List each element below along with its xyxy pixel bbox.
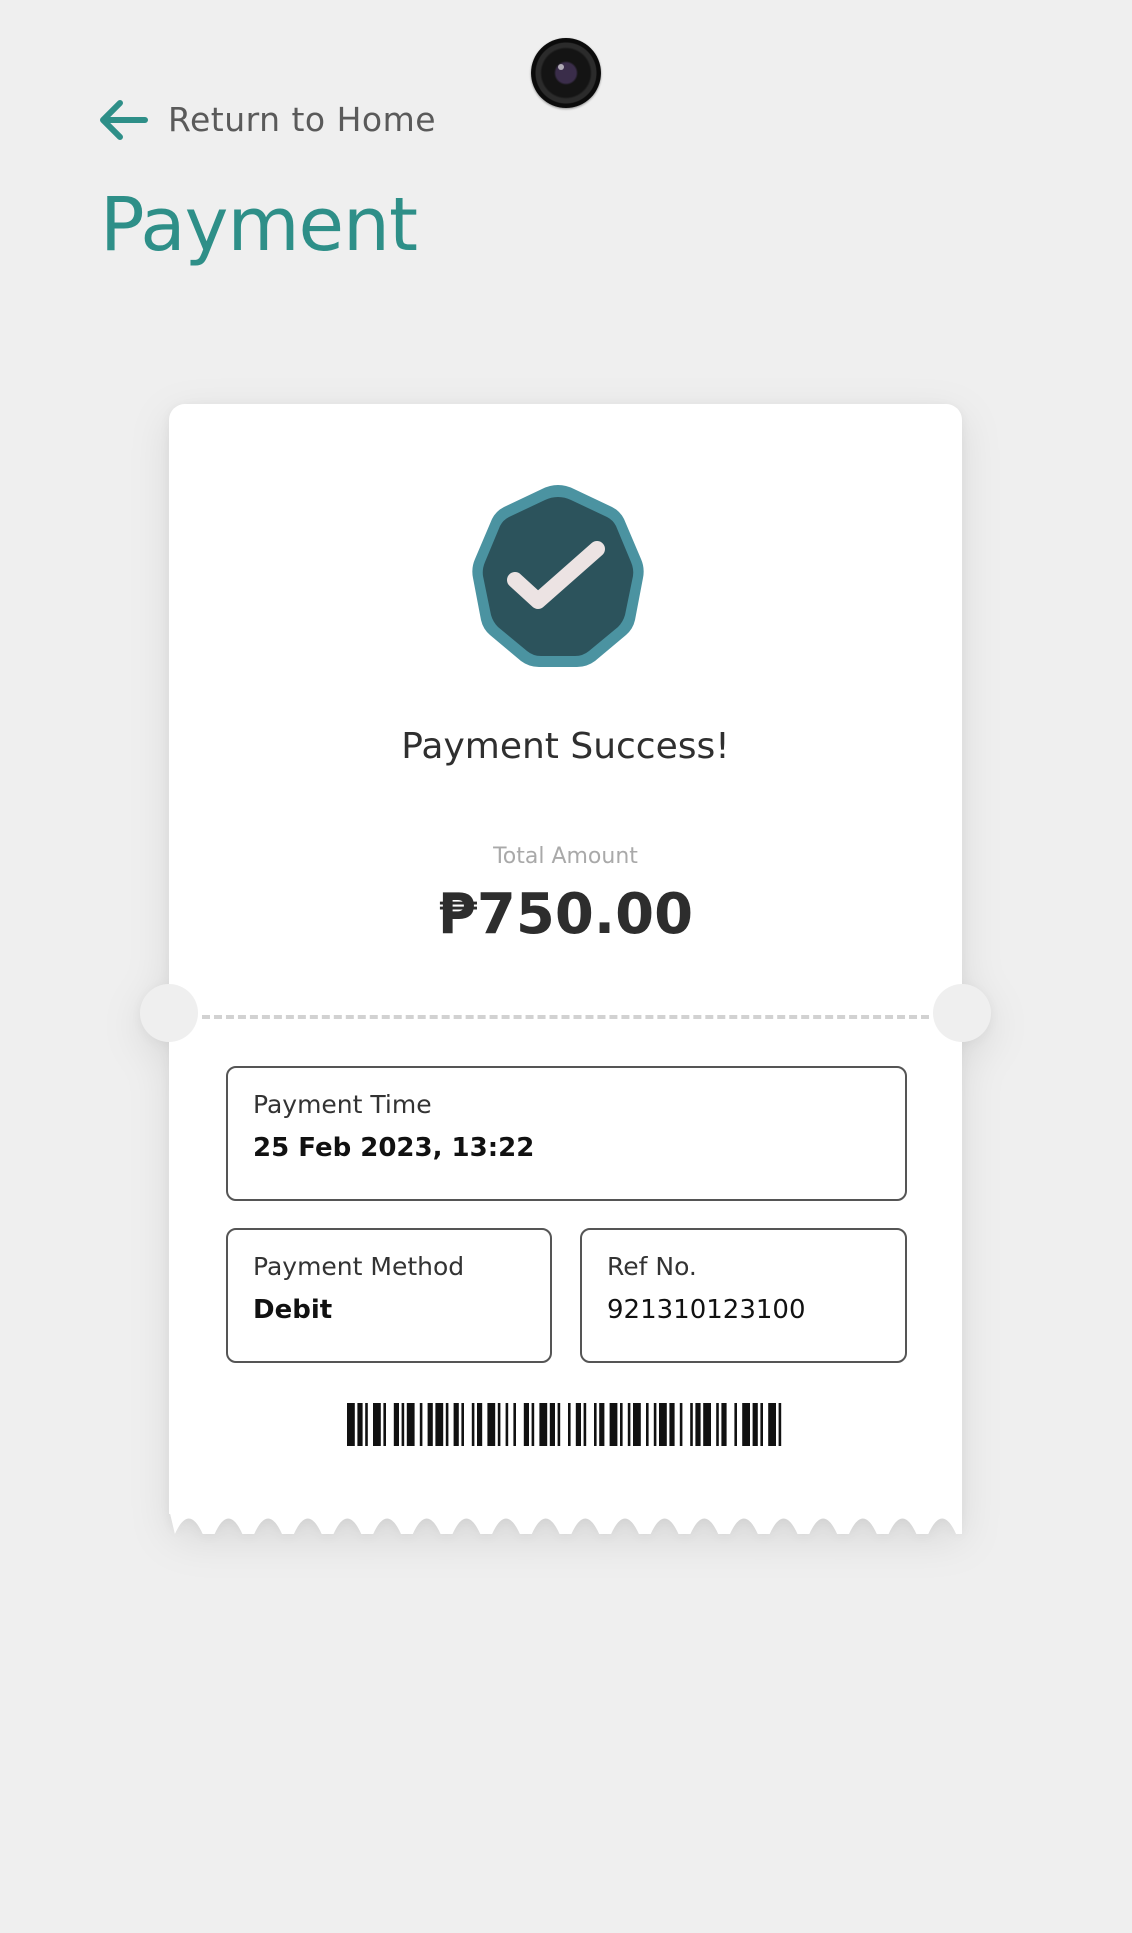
arrow-left-icon	[100, 99, 148, 140]
payment-time-box: Payment Time 25 Feb 2023, 13:22	[226, 1066, 907, 1201]
receipt-body: Payment Success! Total Amount ₱750.00 Pa…	[169, 404, 962, 1514]
ref-number-label: Ref No.	[607, 1252, 697, 1281]
return-home-link[interactable]: Return to Home	[98, 92, 436, 147]
payment-time-value: 25 Feb 2023, 13:22	[253, 1133, 535, 1163]
payment-time-label: Payment Time	[253, 1090, 432, 1119]
front-camera	[531, 38, 601, 108]
ticket-notch-right	[933, 984, 991, 1042]
payment-method-value: Debit	[253, 1295, 333, 1325]
ref-number-value: 921310123100	[607, 1295, 806, 1325]
return-home-label: Return to Home	[168, 100, 437, 139]
ticket-notch-left	[140, 984, 198, 1042]
check-badge-icon	[472, 485, 644, 667]
camera-glint	[558, 64, 564, 70]
payment-method-label: Payment Method	[253, 1252, 465, 1281]
payment-method-box: Payment Method Debit	[226, 1228, 552, 1363]
total-amount-value: ₱750.00	[437, 882, 694, 947]
ref-number-box: Ref No. 921310123100	[580, 1228, 907, 1363]
total-amount-label: Total Amount	[493, 844, 638, 869]
payment-status-text: Payment Success!	[401, 726, 730, 767]
page-title: Payment	[100, 182, 418, 268]
barcode-icon	[347, 1403, 782, 1446]
ticket-torn-edge	[169, 1509, 962, 1534]
receipt-card: Payment Success! Total Amount ₱750.00 Pa…	[140, 404, 991, 1534]
tear-line-divider	[202, 1015, 929, 1019]
